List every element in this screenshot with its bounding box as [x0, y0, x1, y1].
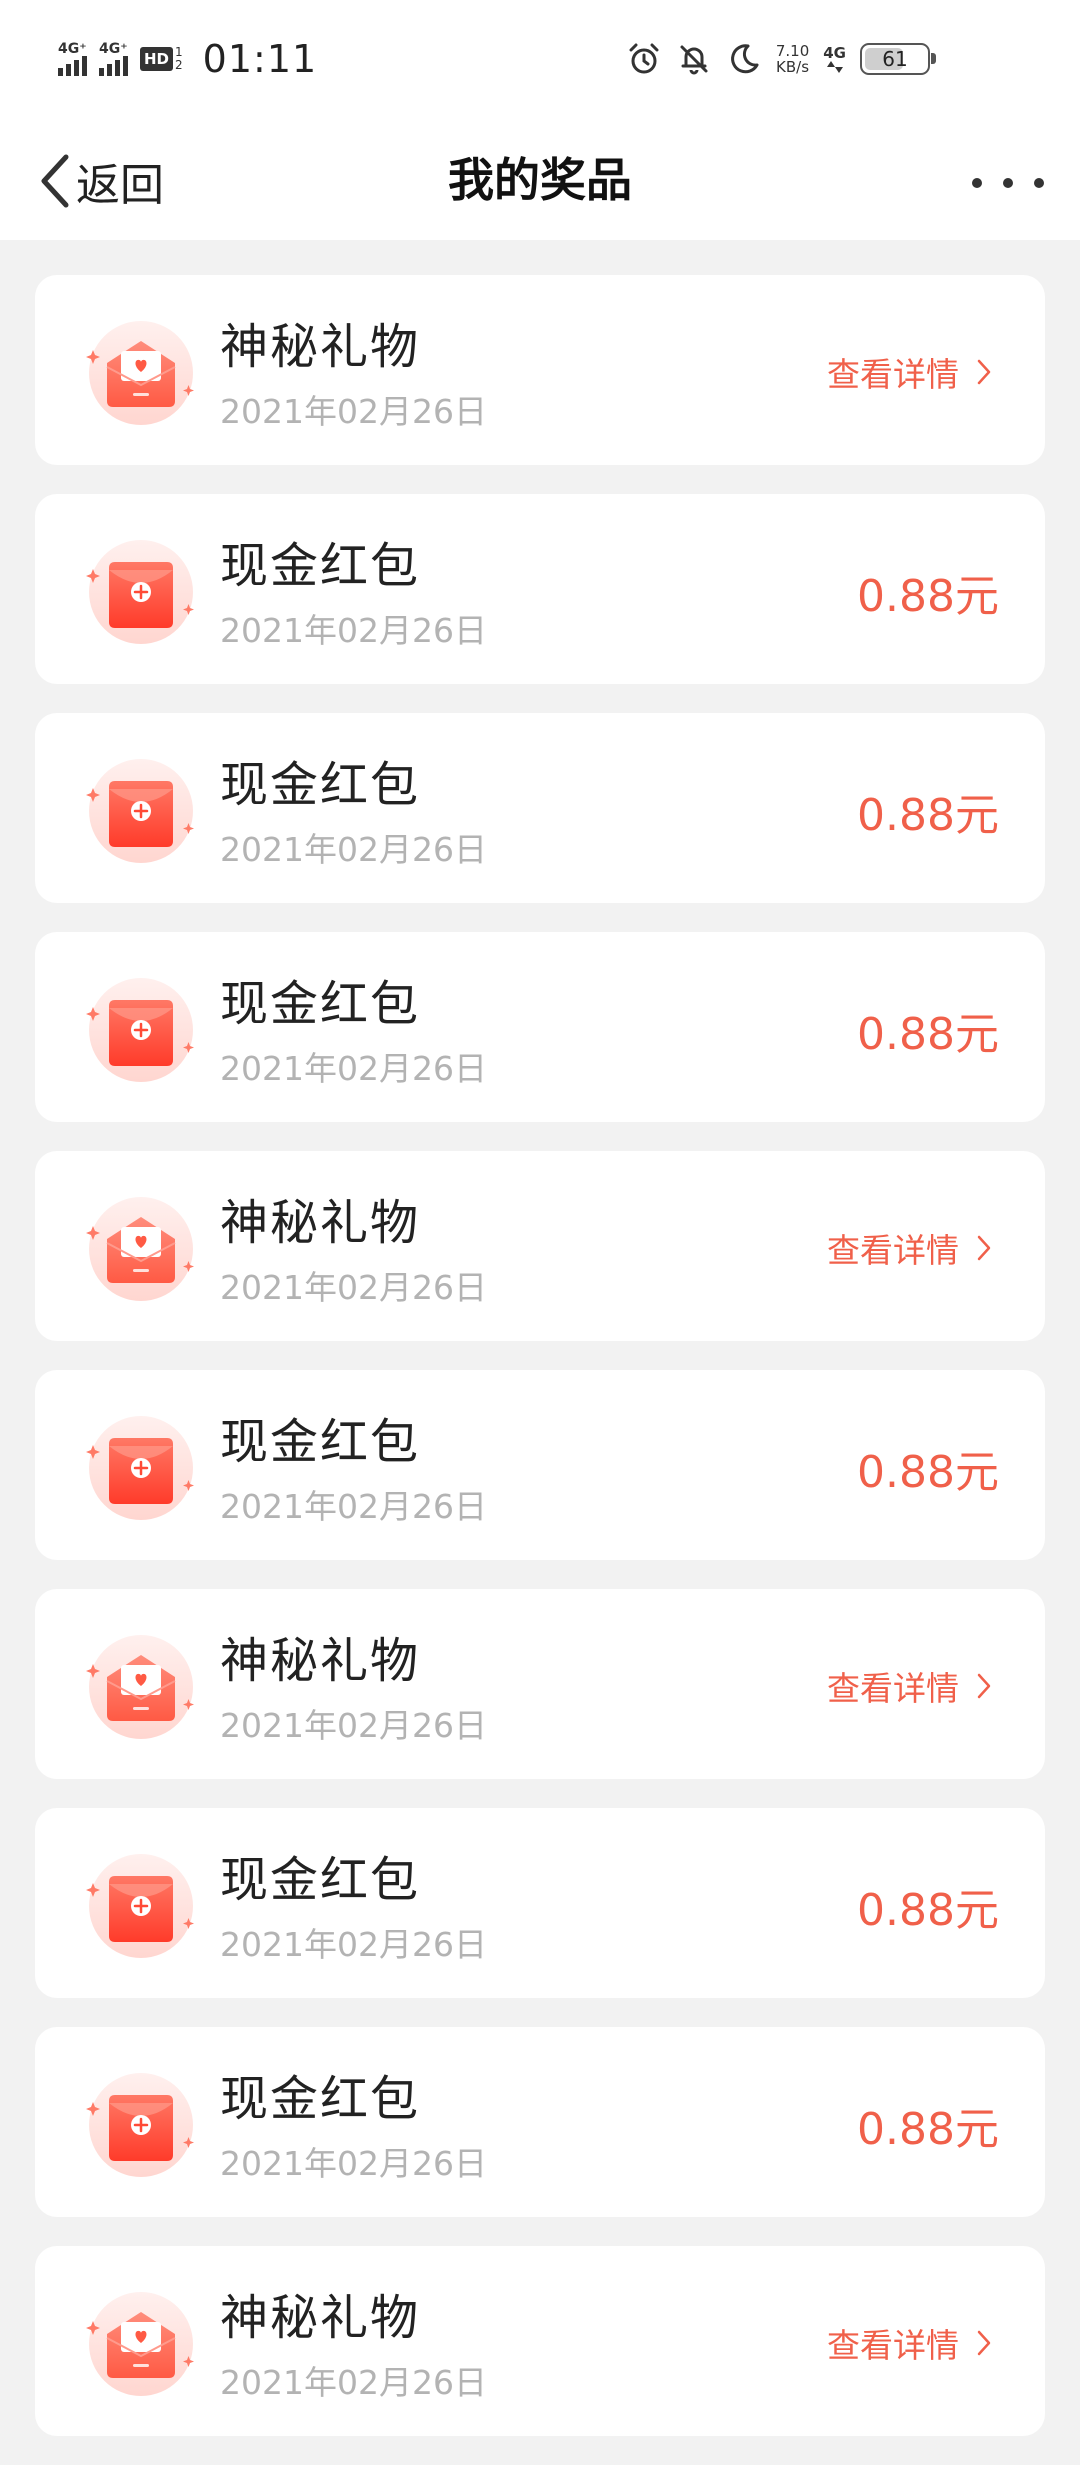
view-details-label: 查看详情 [827, 1231, 959, 1270]
prize-amount: 0.88元 [857, 2104, 999, 2155]
more-dot-icon [1034, 178, 1044, 188]
red-packet-icon [86, 1416, 194, 1520]
mystery-gift-icon [86, 1197, 194, 1301]
hd-sub: 1 2 [175, 46, 183, 72]
status-bar: 4G⁺ 4G⁺ HD 1 2 01:11 7.10 KB/s 4G 61 [0, 0, 1080, 120]
more-dot-icon [1003, 178, 1013, 188]
sim1-network-label: 4G⁺ [58, 41, 87, 57]
prize-card-cash: 现金红包 2021年02月26日 0.88元 [35, 1808, 1045, 1998]
clock: 01:11 [202, 37, 318, 81]
prize-date: 2021年02月26日 [220, 1487, 487, 1526]
view-details-label: 查看详情 [827, 355, 959, 394]
view-details-button[interactable]: 查看详情 [827, 1224, 993, 1272]
bell-off-icon [680, 45, 708, 75]
prize-name: 神秘礼物 [220, 1195, 421, 1251]
battery-icon: 61 [860, 43, 936, 75]
data-arrows-icon [826, 61, 843, 73]
prize-amount: 0.88元 [857, 1885, 999, 1936]
nav-bar: 返回 我的奖品 [0, 120, 1080, 240]
prize-card-cash: 现金红包 2021年02月26日 0.88元 [35, 2027, 1045, 2217]
prize-name: 神秘礼物 [220, 1633, 421, 1689]
chevron-right-icon [977, 1235, 991, 1261]
network-speed-unit: KB/s [776, 58, 810, 76]
more-options-button[interactable] [972, 158, 1044, 208]
network-speed-value: 7.10 [775, 42, 810, 60]
mobile-data-indicator: 4G [823, 45, 846, 73]
status-left: 4G⁺ 4G⁺ HD 1 2 01:11 [58, 34, 317, 84]
hd-sub-2: 2 [175, 58, 183, 72]
mystery-gift-icon [86, 321, 194, 425]
prize-amount: 0.88元 [857, 1009, 999, 1060]
prize-card-cash: 现金红包 2021年02月26日 0.88元 [35, 713, 1045, 903]
red-packet-icon [86, 540, 194, 644]
prize-amount: 0.88元 [857, 1447, 999, 1498]
view-details-button[interactable]: 查看详情 [827, 1662, 993, 1710]
prize-card-cash: 现金红包 2021年02月26日 0.88元 [35, 494, 1045, 684]
network-speed: 7.10 KB/s [776, 43, 809, 75]
hd-label: HD [140, 47, 174, 71]
moon-icon [730, 44, 759, 74]
chevron-right-icon [977, 359, 991, 385]
page-title: 我的奖品 [448, 153, 632, 207]
prize-card-gift[interactable]: 神秘礼物 2021年02月26日 查看详情 [35, 1151, 1045, 1341]
view-details-label: 查看详情 [827, 1669, 959, 1708]
red-packet-icon [86, 978, 194, 1082]
status-right: 7.10 KB/s 4G 61 [626, 34, 936, 84]
prize-card-cash: 现金红包 2021年02月26日 0.88元 [35, 932, 1045, 1122]
prize-date: 2021年02月26日 [220, 392, 487, 431]
prize-card-gift[interactable]: 神秘礼物 2021年02月26日 查看详情 [35, 1589, 1045, 1779]
prize-list: 神秘礼物 2021年02月26日 查看详情 现金红包 2021年02月26日 0.88… [35, 275, 1045, 2465]
prize-amount: 0.88元 [857, 790, 999, 841]
more-dot-icon [972, 178, 982, 188]
prize-date: 2021年02月26日 [220, 1268, 487, 1307]
sim1-signal: 4G⁺ [58, 42, 87, 76]
prize-card-gift[interactable]: 神秘礼物 2021年02月26日 查看详情 [35, 275, 1045, 465]
chevron-right-icon [977, 1673, 991, 1699]
prize-name: 神秘礼物 [220, 319, 421, 375]
mystery-gift-icon [86, 1635, 194, 1739]
prize-name: 现金红包 [220, 2071, 421, 2127]
prize-date: 2021年02月26日 [220, 2363, 487, 2402]
sim2-signal: 4G⁺ [99, 42, 128, 76]
prize-name: 现金红包 [220, 976, 421, 1032]
mystery-gift-icon [86, 2292, 194, 2396]
view-details-button[interactable]: 查看详情 [827, 348, 993, 396]
view-details-label: 查看详情 [827, 2326, 959, 2365]
prize-name: 现金红包 [220, 538, 421, 594]
chevron-right-icon [977, 2330, 991, 2356]
prize-name: 现金红包 [220, 1852, 421, 1908]
prize-amount: 0.88元 [857, 571, 999, 622]
mobile-data-label: 4G [823, 44, 846, 62]
prize-date: 2021年02月26日 [220, 1049, 487, 1088]
prize-name: 现金红包 [220, 1414, 421, 1470]
prize-date: 2021年02月26日 [220, 2144, 487, 2183]
prize-date: 2021年02月26日 [220, 1706, 487, 1745]
sim2-network-label: 4G⁺ [99, 41, 128, 57]
red-packet-icon [86, 759, 194, 863]
battery-level: 61 [882, 47, 908, 71]
red-packet-icon [86, 1854, 194, 1958]
prize-name: 神秘礼物 [220, 2290, 421, 2346]
prize-name: 现金红包 [220, 757, 421, 813]
prize-date: 2021年02月26日 [220, 1925, 487, 1964]
red-packet-icon [86, 2073, 194, 2177]
hd-voice-badge: HD 1 2 [140, 46, 183, 72]
signal-bars-icon [58, 56, 87, 76]
alarm-icon [629, 43, 659, 74]
prize-date: 2021年02月26日 [220, 611, 487, 650]
prize-date: 2021年02月26日 [220, 830, 487, 869]
prize-card-cash: 现金红包 2021年02月26日 0.88元 [35, 1370, 1045, 1560]
signal-bars-icon [99, 56, 128, 76]
view-details-button[interactable]: 查看详情 [827, 2319, 993, 2367]
